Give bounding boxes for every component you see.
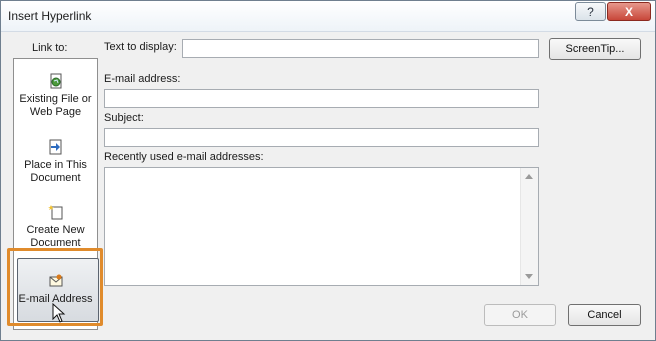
- insert-hyperlink-dialog: Insert Hyperlink ? X Link to: Existing F…: [0, 0, 656, 341]
- scroll-up-icon[interactable]: [525, 174, 533, 179]
- scroll-down-icon[interactable]: [525, 274, 533, 279]
- recent-addresses-list[interactable]: [104, 167, 539, 286]
- place-in-document-line1: Place in This: [24, 159, 87, 171]
- email-address-field-label: E-mail address:: [104, 73, 181, 85]
- screentip-button[interactable]: ScreenTip...: [549, 38, 641, 60]
- link-create-new-document[interactable]: Create New Document: [14, 204, 97, 250]
- close-button[interactable]: X: [607, 2, 651, 21]
- text-to-display-input[interactable]: [182, 39, 539, 58]
- subject-label: Subject:: [104, 112, 144, 124]
- place-in-document-line2: Document: [30, 172, 81, 184]
- text-to-display-label: Text to display:: [104, 41, 177, 53]
- help-button[interactable]: ?: [575, 2, 606, 21]
- subject-input[interactable]: [104, 128, 539, 147]
- cancel-button[interactable]: Cancel: [568, 304, 641, 326]
- ok-button[interactable]: OK: [484, 304, 556, 326]
- existing-file-line1: Existing File or: [19, 93, 92, 105]
- create-new-document-line1: Create New: [26, 224, 85, 236]
- existing-file-icon: [50, 73, 61, 89]
- selection-highlight-box: [7, 248, 103, 326]
- create-new-document-icon: [47, 205, 62, 220]
- recent-addresses-scrollbar[interactable]: [520, 168, 538, 285]
- window-title: Insert Hyperlink: [8, 9, 92, 23]
- email-address-input[interactable]: [104, 89, 539, 108]
- link-to-label: Link to:: [32, 42, 68, 54]
- existing-file-line2: Web Page: [29, 106, 82, 118]
- recent-addresses-label: Recently used e-mail addresses:: [104, 151, 264, 163]
- link-place-in-document[interactable]: Place in This Document: [14, 139, 97, 185]
- place-in-document-icon: [49, 139, 61, 155]
- title-bar: Insert Hyperlink ? X: [1, 1, 655, 32]
- link-existing-file[interactable]: Existing File or Web Page: [14, 73, 97, 119]
